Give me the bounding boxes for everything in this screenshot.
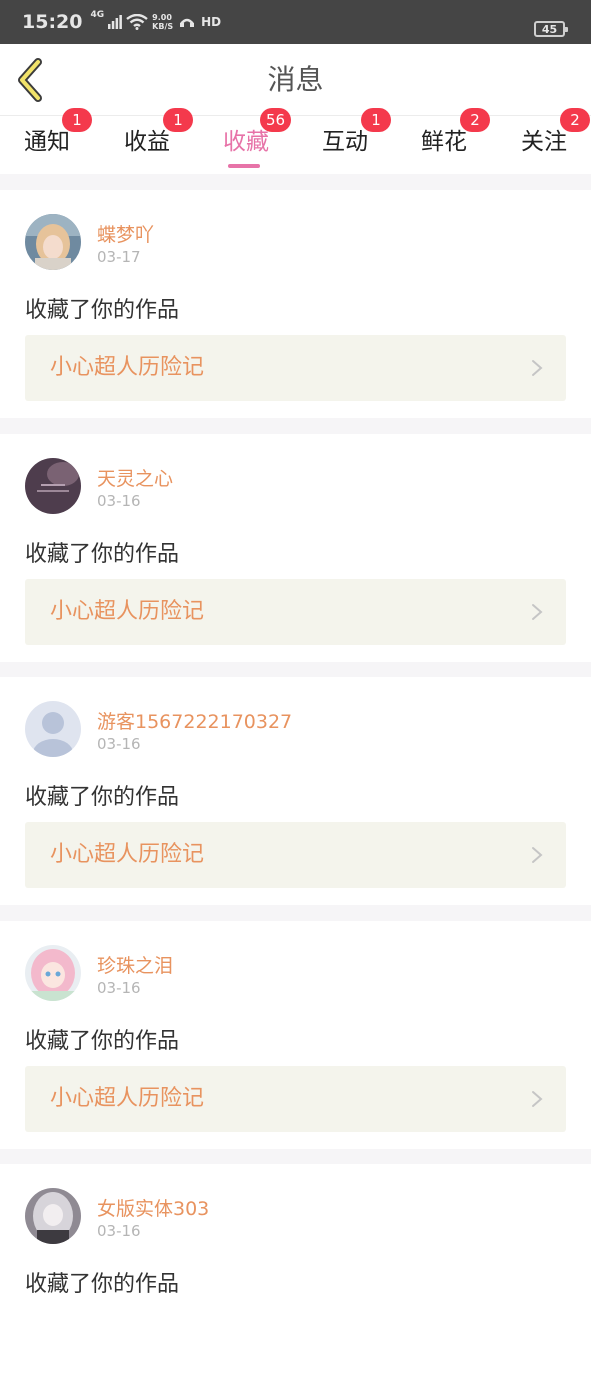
work-link[interactable]: 小心超人历险记 bbox=[25, 579, 566, 645]
call-icon bbox=[180, 18, 195, 27]
badge-count: 1 bbox=[163, 108, 193, 132]
status-time: 15:20 bbox=[22, 11, 83, 33]
chevron-right-icon bbox=[532, 847, 543, 863]
list-item: 蝶梦吖 03-17 收藏了你的作品 小心超人历险记 bbox=[0, 190, 591, 418]
badge-count: 56 bbox=[260, 108, 292, 132]
date: 03-16 bbox=[97, 735, 141, 753]
hd-indicator: HD bbox=[201, 14, 222, 29]
username[interactable]: 蝶梦吖 bbox=[97, 220, 154, 247]
avatar[interactable] bbox=[25, 1188, 81, 1244]
date: 03-16 bbox=[97, 1222, 141, 1240]
battery-level: 45 bbox=[541, 22, 558, 36]
network-type: 4G bbox=[90, 10, 105, 20]
badge-count: 2 bbox=[560, 108, 590, 132]
user-avatar-icon bbox=[25, 1188, 81, 1244]
speed-value: 9.00 bbox=[152, 13, 172, 22]
work-title: 小心超人历险记 bbox=[50, 842, 205, 867]
chevron-right-icon bbox=[532, 360, 543, 376]
username[interactable]: 珍珠之泪 bbox=[97, 951, 173, 978]
speed-unit: KB/S bbox=[152, 22, 174, 31]
action-text: 收藏了你的作品 bbox=[25, 1029, 180, 1054]
user-avatar-icon bbox=[25, 458, 81, 514]
tab-bar: 通知 1 收益 1 收藏 56 互动 1 鲜花 2 关注 2 bbox=[0, 108, 591, 174]
active-tab-indicator bbox=[228, 164, 260, 168]
status-icons: 4G 9.00 KB/S HD bbox=[90, 10, 222, 32]
chevron-right-icon bbox=[532, 604, 543, 620]
avatar[interactable] bbox=[25, 214, 81, 270]
tab-notifications[interactable]: 通知 1 bbox=[0, 108, 97, 174]
username[interactable]: 天灵之心 bbox=[97, 464, 173, 491]
list-item: 珍珠之泪 03-16 收藏了你的作品 小心超人历险记 bbox=[0, 921, 591, 1149]
list-item: 天灵之心 03-16 收藏了你的作品 小心超人历险记 bbox=[0, 434, 591, 662]
avatar[interactable] bbox=[25, 701, 81, 757]
work-link[interactable]: 小心超人历险记 bbox=[25, 822, 566, 888]
wifi-icon bbox=[126, 14, 148, 30]
date: 03-17 bbox=[97, 248, 141, 266]
page-title: 消息 bbox=[267, 63, 324, 96]
header: 消息 bbox=[0, 44, 591, 116]
battery-indicator: 45 bbox=[534, 21, 568, 37]
user-avatar-icon bbox=[25, 945, 81, 1001]
tab-favorites[interactable]: 收藏 56 bbox=[196, 108, 296, 174]
username[interactable]: 游客1567222170327 bbox=[97, 707, 292, 734]
work-title: 小心超人历险记 bbox=[50, 599, 205, 624]
work-title: 小心超人历险记 bbox=[50, 355, 205, 380]
work-title: 小心超人历险记 bbox=[50, 1086, 205, 1111]
work-link[interactable]: 小心超人历险记 bbox=[25, 1066, 566, 1132]
avatar[interactable] bbox=[25, 458, 81, 514]
signal-icon bbox=[108, 15, 123, 29]
tab-interactions[interactable]: 互动 1 bbox=[295, 108, 395, 174]
work-link[interactable]: 小心超人历险记 bbox=[25, 335, 566, 401]
list-item: 女版实体303 03-16 收藏了你的作品 bbox=[0, 1164, 591, 1392]
badge-count: 2 bbox=[460, 108, 490, 132]
tab-following[interactable]: 关注 2 bbox=[494, 108, 591, 174]
network-speed: 9.00 KB/S bbox=[152, 13, 173, 31]
badge-count: 1 bbox=[62, 108, 92, 132]
badge-count: 1 bbox=[361, 108, 391, 132]
action-text: 收藏了你的作品 bbox=[25, 1272, 180, 1297]
action-text: 收藏了你的作品 bbox=[25, 542, 180, 567]
tab-flowers[interactable]: 鲜花 2 bbox=[394, 108, 494, 174]
date: 03-16 bbox=[97, 492, 141, 510]
user-avatar-icon bbox=[25, 214, 81, 270]
default-user-icon bbox=[25, 701, 81, 757]
avatar[interactable] bbox=[25, 945, 81, 1001]
list-item: 游客1567222170327 03-16 收藏了你的作品 小心超人历险记 bbox=[0, 677, 591, 905]
date: 03-16 bbox=[97, 979, 141, 997]
status-bar: 15:20 4G 9.00 KB/S HD 45 bbox=[0, 0, 591, 44]
action-text: 收藏了你的作品 bbox=[25, 785, 180, 810]
tab-earnings[interactable]: 收益 1 bbox=[97, 108, 197, 174]
chevron-right-icon bbox=[532, 1091, 543, 1107]
action-text: 收藏了你的作品 bbox=[25, 298, 180, 323]
username[interactable]: 女版实体303 bbox=[97, 1194, 209, 1221]
